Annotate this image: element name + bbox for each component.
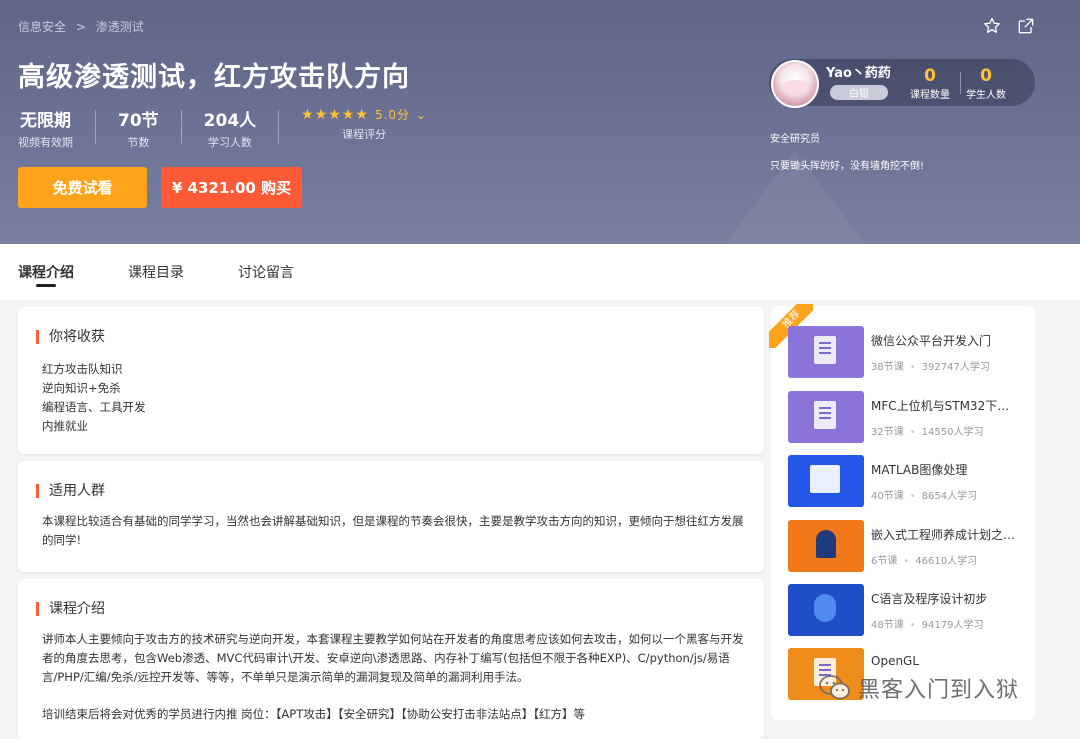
recommend-item[interactable]: MATLAB图像处理 40节课 • 8654人学习 bbox=[788, 455, 1028, 507]
star-icon[interactable] bbox=[982, 16, 1002, 36]
section-intro: 课程介绍 讲师本人主要倾向于攻击方的技术研究与逆向开发，本套课程主要教学如何站在… bbox=[18, 579, 764, 739]
lesson-count: 38节课 bbox=[871, 362, 904, 373]
section-title: 课程介绍 bbox=[36, 602, 764, 616]
recommend-title[interactable]: C语言及程序设计初步 bbox=[871, 590, 1021, 607]
section-gain: 你将收获 红方攻击队知识 逆向知识+免杀 编程语言、工具开发 内推就业 bbox=[18, 307, 764, 454]
watermark-text: 黑客入门到入狱 bbox=[858, 678, 1020, 703]
breadcrumb-separator: > bbox=[75, 20, 86, 34]
count-value: 0 bbox=[924, 66, 936, 86]
dot-separator: • bbox=[909, 362, 916, 373]
avatar[interactable] bbox=[771, 60, 819, 108]
teacher-level-badge: 白银 bbox=[830, 85, 888, 100]
learner-count: 94179人学习 bbox=[921, 620, 984, 631]
count-label: 课程数量 bbox=[910, 90, 950, 101]
recommend-meta: 48节课 • 94179人学习 bbox=[871, 616, 983, 631]
tab-intro[interactable]: 课程介绍 bbox=[18, 244, 74, 300]
lesson-count: 6节课 bbox=[871, 556, 898, 567]
stat-value: 204人 bbox=[203, 111, 257, 131]
section-audience: 适用人群 本课程比较适合有基础的同学学习，当然也会讲解基础知识，但是课程的节奏会… bbox=[18, 461, 764, 572]
breadcrumb: 信息安全 > 渗透测试 bbox=[18, 18, 150, 35]
recommend-meta: 32节课 • 14550人学习 bbox=[871, 423, 983, 438]
breadcrumb-root[interactable]: 信息安全 bbox=[18, 20, 66, 34]
recommend-item[interactable]: C语言及程序设计初步 48节课 • 94179人学习 bbox=[788, 584, 1028, 636]
gain-list: 红方攻击队知识 逆向知识+免杀 编程语言、工具开发 内推就业 bbox=[42, 360, 764, 436]
intro-paragraph: 讲师本人主要倾向于攻击方的技术研究与逆向开发，本套课程主要教学如何站在开发者的角… bbox=[42, 632, 744, 684]
stat-lessons: 70节 节数 bbox=[118, 106, 159, 150]
tab-catalog[interactable]: 课程目录 bbox=[128, 244, 184, 300]
recommend-title[interactable]: 微信公众平台开发入门 bbox=[871, 332, 1021, 349]
free-trial-button[interactable]: 免费试看 bbox=[18, 167, 147, 208]
recommend-item[interactable]: 嵌入式工程师养成计划之入门 6节课 • 46610人学习 bbox=[788, 520, 1028, 572]
course-stats: 无限期 视频有效期 70节 节数 204人 学习人数 ★★★★★ 5.0分 ⌄ 课程… bbox=[18, 106, 427, 150]
divider bbox=[960, 72, 961, 94]
list-item: 逆向知识+免杀 bbox=[42, 381, 121, 395]
divider bbox=[180, 110, 182, 144]
stat-learners: 204人 学习人数 bbox=[204, 106, 257, 150]
recommend-item[interactable]: 微信公众平台开发入门 38节课 • 392747人学习 bbox=[788, 326, 1028, 378]
tab-discussion[interactable]: 讨论留言 bbox=[238, 244, 294, 300]
teacher-motto: 只要锄头挥的好，没有墙角挖不倒! bbox=[770, 161, 925, 172]
lesson-count: 32节课 bbox=[871, 427, 904, 438]
teacher-course-count: 0 课程数量 bbox=[910, 66, 950, 101]
stat-rating: ★★★★★ 5.0分 ⌄ 课程评分 bbox=[301, 106, 427, 142]
dot-separator: • bbox=[903, 556, 910, 567]
list-item: 内推就业 bbox=[42, 419, 88, 433]
rating-score[interactable]: 5.0分 bbox=[375, 108, 410, 122]
stat-label: 学习人数 bbox=[207, 136, 252, 149]
audience-text: 本课程比较适合有基础的同学学习，当然也会讲解基础知识，但是课程的节奏会很快，主要… bbox=[42, 514, 744, 547]
divider bbox=[95, 110, 96, 144]
list-item: 红方攻击队知识 bbox=[42, 362, 123, 376]
recommend-title[interactable]: MFC上位机与STM32下位机通信 bbox=[871, 397, 1021, 414]
learner-count: 14550人学习 bbox=[921, 427, 984, 438]
recommend-title[interactable]: MATLAB图像处理 bbox=[871, 461, 1021, 478]
stat-label: 视频有效期 bbox=[18, 136, 73, 149]
chevron-down-icon[interactable]: ⌄ bbox=[416, 108, 427, 122]
recommend-title[interactable]: OpenGL bbox=[871, 654, 1021, 668]
learner-count: 46610人学习 bbox=[915, 556, 978, 567]
watermark: 黑客入门到入狱 bbox=[818, 672, 1019, 704]
teacher-student-count: 0 学生人数 bbox=[966, 66, 1006, 101]
recommend-item[interactable]: MFC上位机与STM32下位机通信 32节课 • 14550人学习 bbox=[788, 391, 1028, 443]
recommend-meta: 6节课 • 46610人学习 bbox=[871, 552, 977, 567]
learner-count: 392747人学习 bbox=[921, 362, 990, 373]
section-title: 适用人群 bbox=[36, 484, 764, 498]
divider bbox=[278, 110, 280, 144]
count-value: 0 bbox=[980, 66, 992, 86]
teacher-role: 安全研究员 bbox=[770, 134, 820, 145]
intro-paragraph: 培训结束后将会对优秀的学员进行内推 岗位：【APT攻击】【安全研究】【协助公安打… bbox=[42, 707, 585, 721]
course-thumbnail[interactable] bbox=[788, 584, 864, 636]
section-title: 你将收获 bbox=[36, 330, 764, 344]
recommend-title[interactable]: 嵌入式工程师养成计划之入门 bbox=[871, 526, 1021, 543]
course-tabs: 课程介绍 课程目录 讨论留言 bbox=[0, 244, 1080, 300]
learner-count: 8654人学习 bbox=[921, 491, 978, 502]
lesson-count: 48节课 bbox=[871, 620, 904, 631]
stat-value: 无限期 bbox=[20, 111, 71, 131]
lesson-count: 40节课 bbox=[871, 491, 904, 502]
count-label: 学生人数 bbox=[966, 90, 1006, 101]
star-icons: ★★★★★ bbox=[301, 107, 369, 123]
dot-separator: • bbox=[909, 427, 916, 438]
course-thumbnail[interactable] bbox=[788, 520, 864, 572]
stat-label: 节数 bbox=[127, 136, 150, 149]
course-thumbnail[interactable] bbox=[788, 391, 864, 443]
rating-stars: ★★★★★ 5.0分 ⌄ bbox=[301, 106, 427, 123]
breadcrumb-current[interactable]: 渗透测试 bbox=[96, 20, 144, 34]
course-title: 高级渗透测试，红方攻击队方向 bbox=[18, 62, 410, 93]
recommend-meta: 40节课 • 8654人学习 bbox=[871, 487, 977, 502]
dot-separator: • bbox=[909, 620, 916, 631]
buy-button[interactable]: ¥ 4321.00 购买 bbox=[161, 167, 302, 208]
stat-value: 70节 bbox=[118, 111, 159, 131]
share-icon[interactable] bbox=[1016, 16, 1036, 36]
dot-separator: • bbox=[909, 491, 916, 502]
course-thumbnail[interactable] bbox=[788, 326, 864, 378]
recommend-meta: 38节课 • 392747人学习 bbox=[871, 358, 990, 373]
teacher-name[interactable]: Yao丶药药 bbox=[826, 62, 891, 81]
stat-label: 课程评分 bbox=[342, 128, 387, 141]
stat-validity: 无限期 视频有效期 bbox=[18, 106, 73, 150]
wechat-icon bbox=[819, 675, 850, 700]
header-actions bbox=[982, 16, 1036, 36]
list-item: 编程语言、工具开发 bbox=[42, 400, 146, 414]
course-thumbnail[interactable] bbox=[788, 455, 864, 507]
